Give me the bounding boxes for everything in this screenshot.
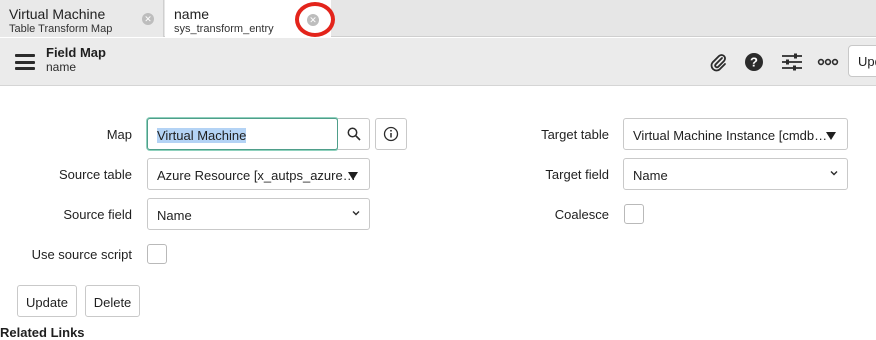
map-input[interactable]: Virtual Machine bbox=[147, 118, 338, 150]
highlight-circle bbox=[295, 2, 335, 37]
form-title: Field Map bbox=[46, 45, 106, 60]
paperclip-icon[interactable] bbox=[706, 50, 730, 74]
tab-subtitle: Table Transform Map bbox=[9, 23, 113, 35]
target-table-select[interactable]: Virtual Machine Instance [cmdb… bbox=[623, 118, 848, 150]
form-header: Field Map name ? Update bbox=[0, 38, 876, 86]
lookup-search-button[interactable] bbox=[338, 118, 370, 150]
source-table-select[interactable]: Azure Resource [x_autps_azure… bbox=[147, 158, 370, 190]
close-icon[interactable]: ✕ bbox=[142, 13, 154, 25]
caret-down-icon bbox=[348, 172, 358, 180]
target-field-label: Target field bbox=[545, 167, 609, 182]
tab-virtual-machine[interactable]: Virtual Machine Table Transform Map ✕ bbox=[0, 0, 164, 37]
settings-sliders-icon[interactable] bbox=[780, 50, 804, 74]
target-table-value: Virtual Machine Instance [cmdb… bbox=[633, 128, 828, 143]
help-icon[interactable]: ? bbox=[742, 50, 766, 74]
more-options-icon[interactable] bbox=[816, 50, 840, 74]
target-field-value: Name bbox=[633, 168, 668, 183]
use-source-script-checkbox[interactable] bbox=[147, 244, 167, 264]
chevron-down-icon bbox=[830, 171, 838, 176]
info-icon bbox=[383, 126, 399, 142]
delete-button[interactable]: Delete bbox=[85, 285, 140, 317]
coalesce-label: Coalesce bbox=[554, 207, 609, 222]
source-table-value: Azure Resource [x_autps_azure… bbox=[157, 168, 356, 183]
source-field-select[interactable]: Name bbox=[147, 198, 370, 230]
source-field-label: Source field bbox=[63, 207, 132, 222]
map-input-value: Virtual Machine bbox=[157, 128, 247, 143]
caret-down-icon bbox=[826, 132, 836, 140]
hamburger-menu-icon[interactable] bbox=[15, 54, 35, 70]
update-form-button[interactable]: Update bbox=[17, 285, 77, 317]
target-table-label: Target table bbox=[541, 127, 609, 142]
chevron-down-icon bbox=[352, 211, 360, 216]
tab-title: Virtual Machine bbox=[9, 6, 106, 22]
form-subtitle: name bbox=[46, 60, 77, 74]
coalesce-checkbox[interactable] bbox=[624, 204, 644, 224]
source-table-label: Source table bbox=[59, 167, 132, 182]
map-label: Map bbox=[106, 127, 132, 142]
source-field-value: Name bbox=[157, 208, 192, 223]
related-links-heading: Related Links bbox=[0, 325, 85, 340]
use-source-script-label: Use source script bbox=[31, 247, 132, 262]
svg-text:?: ? bbox=[750, 55, 758, 70]
info-button[interactable] bbox=[375, 118, 407, 150]
update-button[interactable]: Update bbox=[848, 45, 876, 77]
search-icon bbox=[347, 127, 361, 141]
target-field-select[interactable]: Name bbox=[623, 158, 848, 190]
tab-strip: Virtual Machine Table Transform Map ✕ na… bbox=[0, 0, 876, 38]
